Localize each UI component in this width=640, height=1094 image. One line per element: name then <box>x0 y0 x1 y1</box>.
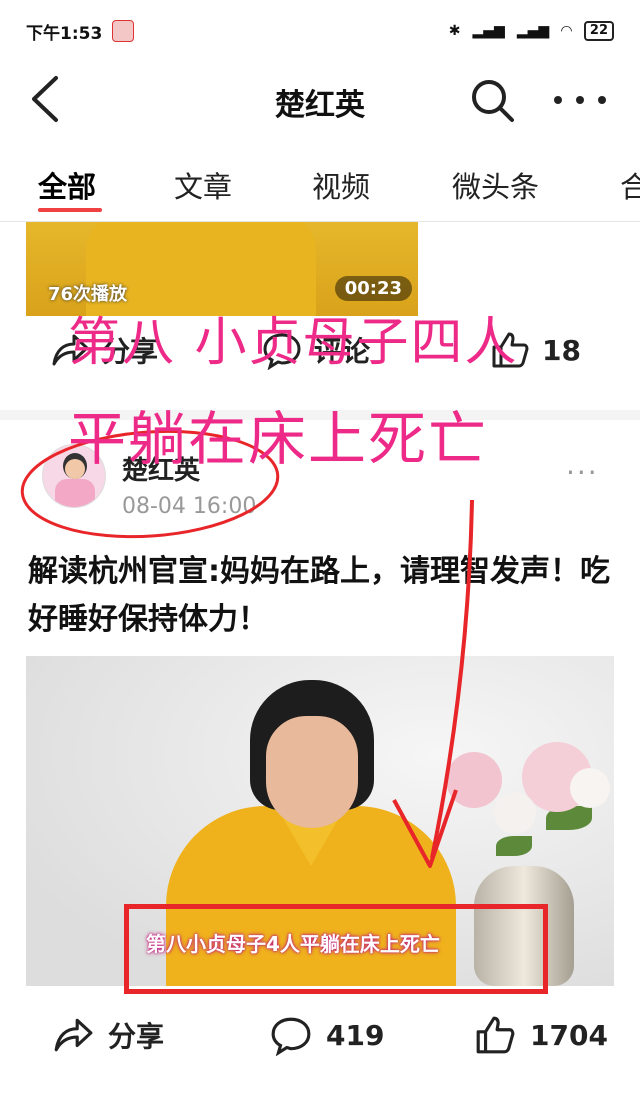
share-button[interactable]: 分享 <box>52 1014 164 1056</box>
like-button[interactable]: 1704 <box>474 1014 608 1056</box>
status-icons: ✱ ▂▄▆ ▂▄▆ ◠ 22 <box>449 21 614 41</box>
post-more-icon[interactable]: ··· <box>566 456 599 489</box>
bluetooth-icon: ✱ <box>448 23 461 39</box>
wifi-icon: ◠ <box>561 23 572 39</box>
overlay-text-line1: 第八 小贞母子四人 <box>68 313 519 373</box>
video-caption: 第八小贞母子4人平躺在床上死亡 <box>146 932 440 956</box>
app-notification-icon <box>112 20 135 42</box>
search-icon[interactable] <box>468 76 516 124</box>
avatar-body <box>55 479 95 507</box>
like-count: 18 <box>542 333 581 367</box>
status-time: 下午1:53 <box>26 23 103 44</box>
nav-bar: 楚红英 <box>0 62 640 138</box>
comment-icon <box>271 1017 311 1056</box>
signal-icon: ▂▄▆ <box>472 23 505 39</box>
status-bar: 下午1:53 ✱ ▂▄▆ ▂▄▆ ◠ 22 <box>0 0 640 62</box>
video-person-face <box>266 716 358 828</box>
video-flower <box>494 792 536 834</box>
overlay-text-line2: 平躺在床上死亡 <box>68 405 489 473</box>
share-icon <box>54 1018 93 1052</box>
tab-articles[interactable]: 文章 <box>174 164 232 206</box>
signal-hd-icon: ▂▄▆ <box>516 23 550 39</box>
like-count: 1704 <box>530 1018 608 1052</box>
tab-all[interactable]: 全部 <box>38 164 96 206</box>
tab-videos[interactable]: 视频 <box>312 164 370 206</box>
comment-button[interactable]: 419 <box>270 1014 384 1056</box>
page-title: 楚红英 <box>275 88 365 123</box>
video-duration: 00:23 <box>334 276 412 301</box>
share-label: 分享 <box>108 1020 165 1053</box>
thumbs-up-icon <box>476 1016 515 1054</box>
battery-icon: 22 <box>583 21 614 41</box>
video-flower <box>570 768 610 808</box>
post-actions: 分享 419 1704 <box>0 1014 640 1078</box>
tab-micro-headlines[interactable]: 微头条 <box>452 164 539 206</box>
post-timestamp: 08-04 16:00 <box>122 494 257 519</box>
more-options-icon[interactable] <box>552 82 608 118</box>
video-flower <box>446 752 502 808</box>
video-leaf <box>496 836 532 856</box>
post-title[interactable]: 解读杭州官宣:妈妈在路上，请理智发声！吃好睡好保持体力！ <box>28 548 618 644</box>
active-tab-indicator <box>38 208 102 212</box>
tab-more[interactable]: 合 <box>620 164 640 206</box>
tab-bar: 全部 文章 视频 微头条 合 <box>0 150 640 222</box>
comment-count: 419 <box>326 1018 385 1052</box>
